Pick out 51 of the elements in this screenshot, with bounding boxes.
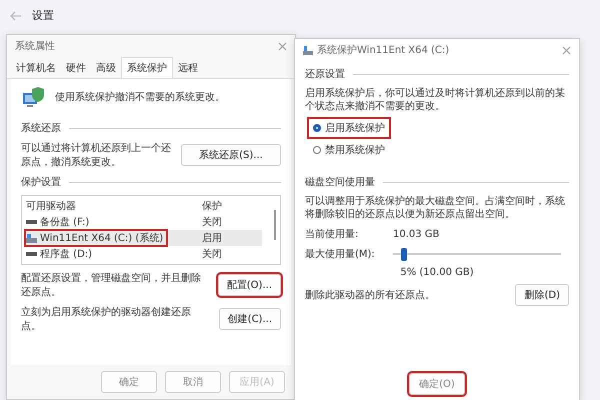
close-icon[interactable] <box>278 42 287 50</box>
drive-row[interactable]: 程序盘 (D:) 关闭 <box>26 246 262 262</box>
configure-description: 配置还原设置，管理磁盘空间，并且删除还原点。 <box>21 272 202 299</box>
column-header: 可用驱动器 <box>26 200 77 213</box>
drive-name: Win11Ent X64 (C:) (系统) <box>40 232 164 245</box>
intro-text: 使用系统保护撤消不需要的系统更改。 <box>55 90 225 104</box>
drive-icon <box>26 220 37 224</box>
field-label: 最大使用量(M): <box>305 248 376 261</box>
max-usage-reading: 5% (10.00 GB) <box>399 267 475 278</box>
dialog-button[interactable]: 取消 <box>165 371 221 393</box>
drive-icon <box>26 252 37 256</box>
drive-name: 备份盘 (F:) <box>40 216 90 229</box>
protection-status: 启用 <box>202 232 223 245</box>
configure-button[interactable]: 配置(O)... <box>218 274 281 296</box>
drive-icon <box>303 46 313 54</box>
section-heading: 磁盘空间使用量 <box>305 176 375 189</box>
create-button[interactable]: 创建(C)... <box>218 308 281 330</box>
restore-description: 可以通过将计算机还原到上一个还原点，撤消系统更改。 <box>21 142 172 169</box>
dialog-button[interactable]: 确定 <box>101 371 157 393</box>
delete-description: 删除此驱动器的所有还原点。 <box>305 288 436 302</box>
column-header: 保护 <box>202 200 223 213</box>
create-description: 立刻为启用系统保护的驱动器创建还原点。 <box>21 306 192 333</box>
system-drive-icon <box>26 234 37 242</box>
radio-option[interactable]: 启用系统保护 <box>309 119 389 137</box>
settings-title: 设置 <box>32 8 54 23</box>
close-icon[interactable] <box>562 46 571 54</box>
section-heading: 系统还原 <box>21 122 61 135</box>
tab[interactable]: 远程 <box>173 57 203 78</box>
drive-name: 程序盘 (D:) <box>40 248 92 261</box>
system-restore-button[interactable]: 系统还原(S)... <box>181 144 281 166</box>
window-title: 系统属性 <box>15 40 56 53</box>
back-arrow-icon[interactable] <box>10 10 22 20</box>
delete-button[interactable]: 删除(D) <box>515 284 569 306</box>
protection-status: 关闭 <box>202 248 223 261</box>
drive-row[interactable]: 备份盘 (F:) 关闭 <box>26 214 262 230</box>
window-title: 系统保护Win11Ent X64 (C:) <box>317 44 450 57</box>
field-label: 当前使用量: <box>305 228 360 241</box>
slider-thumb[interactable] <box>401 248 408 260</box>
tab[interactable]: 计算机名 <box>11 57 61 78</box>
radio-option[interactable]: 禁用系统保护 <box>309 141 389 159</box>
restore-settings-description: 启用系统保护后，你可以通过及时将计算机还原到以前的某个状态点来撤消不需要的更改。 <box>305 87 566 113</box>
protection-status: 关闭 <box>202 216 223 229</box>
drive-row[interactable]: Win11Ent X64 (C:) (系统) 启用 <box>26 230 262 246</box>
computer-shield-icon <box>21 85 47 109</box>
tab[interactable]: 高级 <box>91 57 121 78</box>
tab[interactable]: 系统保护 <box>121 57 173 78</box>
current-usage-value: 10.03 GB <box>393 228 440 240</box>
section-heading: 保护设置 <box>21 176 61 189</box>
section-heading: 还原设置 <box>305 68 345 81</box>
tab[interactable]: 硬件 <box>61 57 91 78</box>
disk-usage-description: 可以调整用于系统保护的最大磁盘空间。占满空间时，系统将删除较旧的还原点以便为新还原点留出空间。 <box>305 195 566 221</box>
